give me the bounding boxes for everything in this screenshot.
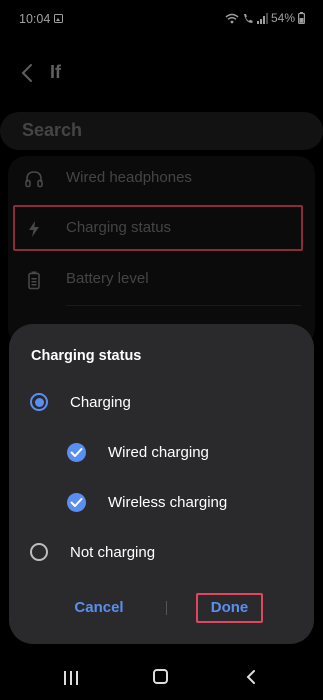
charging-status-dialog: Charging status Charging Wired charging … (9, 324, 314, 644)
dialog-title: Charging status (31, 348, 142, 364)
button-divider (166, 601, 167, 615)
option-label: Wireless charging (108, 494, 228, 511)
option-label: Charging (70, 394, 131, 411)
cancel-button[interactable]: Cancel (64, 599, 134, 616)
nav-back-icon[interactable] (245, 669, 257, 685)
radio-unselected-icon[interactable] (30, 543, 48, 561)
radio-selected-icon[interactable] (30, 393, 48, 411)
home-icon[interactable] (153, 669, 168, 684)
option-label: Not charging (70, 544, 156, 561)
navigation-bar (0, 652, 323, 700)
checkbox-checked-icon[interactable] (67, 493, 86, 512)
recent-apps-icon[interactable] (63, 671, 79, 685)
option-label: Wired charging (108, 444, 209, 461)
done-highlight (196, 593, 263, 623)
checkbox-checked-icon[interactable] (67, 443, 86, 462)
